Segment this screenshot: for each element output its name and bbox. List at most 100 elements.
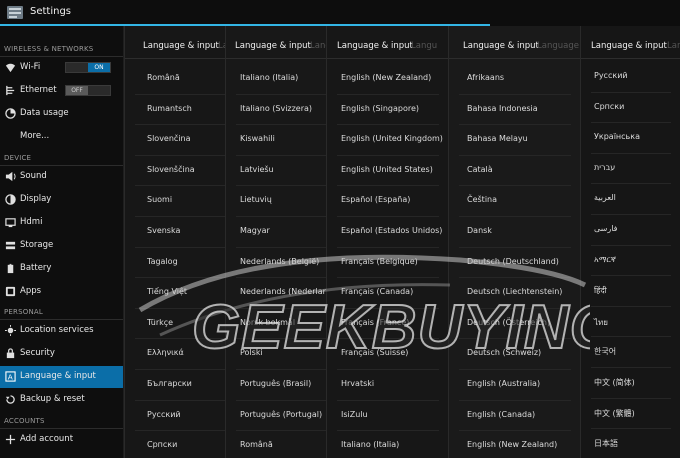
- sidebar-item-ethernet[interactable]: Ethernet OFF: [0, 80, 123, 102]
- language-option[interactable]: አማርኛ: [581, 246, 680, 277]
- language-option[interactable]: Čeština: [449, 186, 580, 217]
- section-header-wireless: WIRELESS & NETWORKS: [4, 45, 94, 53]
- sidebar-item-more[interactable]: More...: [0, 126, 123, 148]
- language-option[interactable]: ไทย: [581, 307, 680, 338]
- language-option[interactable]: Slovenščina: [125, 156, 234, 187]
- language-option[interactable]: English (United States): [327, 156, 448, 187]
- storage-icon: [5, 241, 16, 250]
- language-option[interactable]: Italiano (Italia): [226, 64, 335, 95]
- language-label: Italiano (Italia): [240, 73, 299, 82]
- language-option[interactable]: Lietuvių: [226, 186, 335, 217]
- language-option[interactable]: English (New Zealand): [449, 431, 580, 458]
- language-option[interactable]: Српски: [125, 431, 234, 458]
- language-option[interactable]: Deutsch (Schweiz): [449, 339, 580, 370]
- battery-icon: [7, 263, 14, 274]
- language-option[interactable]: Română: [226, 431, 335, 458]
- ethernet-toggle[interactable]: OFF: [65, 85, 111, 96]
- language-option[interactable]: Deutsch (Liechtenstein): [449, 278, 580, 309]
- language-option[interactable]: العربية: [581, 184, 680, 215]
- language-option[interactable]: 中文 (繁體): [581, 399, 680, 430]
- language-option[interactable]: Italiano (Svizzera): [226, 95, 335, 126]
- language-option[interactable]: हिंदी: [581, 276, 680, 307]
- language-option[interactable]: English (United Kingdom): [327, 125, 448, 156]
- language-option[interactable]: Українська: [581, 123, 680, 154]
- language-option[interactable]: Magyar: [226, 217, 335, 248]
- sidebar-item-apps[interactable]: Apps: [0, 281, 123, 303]
- svg-text:A: A: [8, 373, 13, 382]
- sidebar-item-label: Ethernet: [20, 85, 57, 95]
- language-option[interactable]: Hrvatski: [327, 370, 448, 401]
- language-option[interactable]: Português (Brasil): [226, 370, 335, 401]
- language-option[interactable]: Català: [449, 156, 580, 187]
- language-option[interactable]: Русский: [125, 401, 234, 432]
- sidebar-item-language-input[interactable]: A Language & input: [0, 366, 123, 388]
- language-option[interactable]: Español (Estados Unidos): [327, 217, 448, 248]
- language-option[interactable]: English (Canada): [449, 401, 580, 432]
- language-option[interactable]: Nederlands (België): [226, 248, 335, 279]
- panel-title: Language & input: [235, 41, 311, 51]
- language-option[interactable]: Suomi: [125, 186, 234, 217]
- language-option[interactable]: Kiswahili: [226, 125, 335, 156]
- settings-app-icon[interactable]: [6, 4, 24, 21]
- sidebar-item-backup-reset[interactable]: Backup & reset: [0, 389, 123, 411]
- language-option[interactable]: 中文 (简体): [581, 368, 680, 399]
- lock-icon: [6, 348, 15, 359]
- language-option[interactable]: Deutsch (Deutschland): [449, 248, 580, 279]
- sidebar-item-storage[interactable]: Storage: [0, 235, 123, 257]
- language-option[interactable]: Português (Portugal): [226, 401, 335, 432]
- language-option[interactable]: Српски: [581, 93, 680, 124]
- sidebar-item-label: Display: [20, 194, 52, 204]
- language-option[interactable]: Română: [125, 64, 234, 95]
- language-option[interactable]: Italiano (Italia): [327, 431, 448, 458]
- language-option[interactable]: Français (Belgique): [327, 248, 448, 279]
- language-option[interactable]: Dansk: [449, 217, 580, 248]
- language-option[interactable]: Bahasa Indonesia: [449, 95, 580, 126]
- language-option[interactable]: Türkçe: [125, 309, 234, 340]
- language-option[interactable]: Русский: [581, 62, 680, 93]
- language-option[interactable]: Latviešu: [226, 156, 335, 187]
- language-option[interactable]: Français (Suisse): [327, 339, 448, 370]
- language-label: Italiano (Svizzera): [240, 103, 313, 113]
- language-option[interactable]: فارسی: [581, 215, 680, 246]
- language-option[interactable]: Nederlands (Nederland): [226, 278, 335, 309]
- language-option[interactable]: Polski: [226, 339, 335, 370]
- language-option[interactable]: Afrikaans: [449, 64, 580, 95]
- language-option[interactable]: Deutsch (Österreich): [449, 309, 580, 340]
- language-option[interactable]: Français (Canada): [327, 278, 448, 309]
- sidebar-item-data-usage[interactable]: Data usage: [0, 103, 123, 125]
- language-option[interactable]: English (New Zealand): [327, 64, 448, 95]
- language-option[interactable]: Bahasa Melayu: [449, 125, 580, 156]
- language-option[interactable]: Tagalog: [125, 248, 234, 279]
- language-option[interactable]: English (Singapore): [327, 95, 448, 126]
- language-label: Español (Estados Unidos): [341, 226, 443, 235]
- sidebar-item-battery[interactable]: Battery: [0, 258, 123, 280]
- sidebar-item-add-account[interactable]: Add account: [0, 429, 123, 451]
- language-option[interactable]: Svenska: [125, 217, 234, 248]
- sidebar-item-sound[interactable]: Sound: [0, 166, 123, 188]
- language-option[interactable]: Français (France): [327, 309, 448, 340]
- wifi-toggle[interactable]: ON: [65, 62, 111, 73]
- sidebar-item-wifi[interactable]: Wi-Fi ON: [0, 57, 123, 79]
- language-label: فارسی: [594, 224, 618, 233]
- language-label: Українська: [594, 132, 640, 142]
- language-option[interactable]: Rumantsch: [125, 95, 234, 126]
- sidebar-item-display[interactable]: Display: [0, 189, 123, 211]
- language-option[interactable]: 한국어: [581, 337, 680, 368]
- language-option[interactable]: Tiếng Việt: [125, 278, 234, 309]
- language-label: Deutsch (Liechtenstein): [467, 287, 563, 297]
- language-option[interactable]: English (Australia): [449, 370, 580, 401]
- sidebar-item-hdmi[interactable]: Hdmi: [0, 212, 123, 234]
- language-option[interactable]: IsiZulu: [327, 401, 448, 432]
- language-option[interactable]: Slovenčina: [125, 125, 234, 156]
- language-option[interactable]: 日本語: [581, 429, 680, 458]
- language-label: Deutsch (Österreich): [467, 317, 551, 327]
- sidebar-item-location[interactable]: Location services: [0, 320, 123, 342]
- language-option[interactable]: Español (España): [327, 186, 448, 217]
- sidebar-item-label: Language & input: [20, 371, 96, 381]
- language-option[interactable]: Ελληνικά: [125, 339, 234, 370]
- sidebar-item-security[interactable]: Security: [0, 343, 123, 365]
- language-option[interactable]: Norsk bokmål: [226, 309, 335, 340]
- language-option[interactable]: עברית: [581, 154, 680, 185]
- language-option[interactable]: Български: [125, 370, 234, 401]
- panel-title: Language & input: [463, 41, 539, 51]
